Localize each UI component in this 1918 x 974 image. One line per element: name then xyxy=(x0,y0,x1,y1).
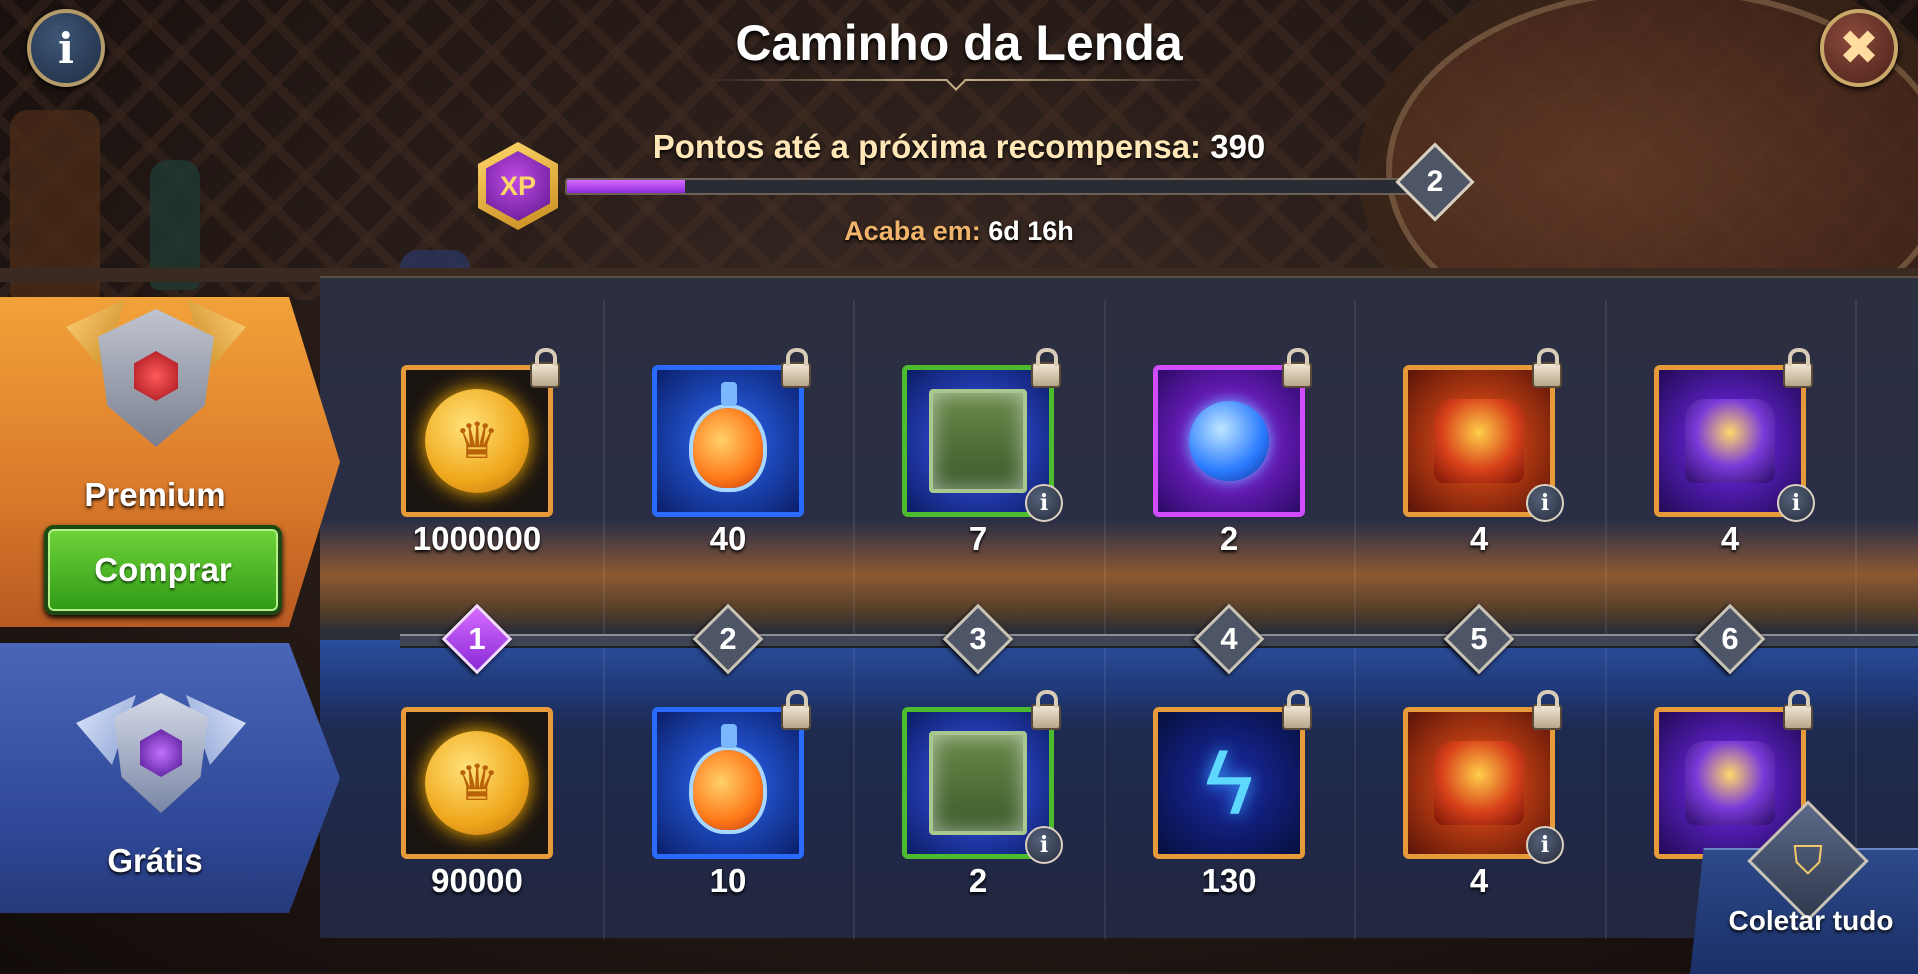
chest-art xyxy=(929,389,1027,493)
xp-badge-text: XP xyxy=(499,170,537,201)
lock-icon xyxy=(781,348,811,388)
buy-premium-button[interactable]: Comprar xyxy=(44,525,282,615)
premium-reward-card[interactable] xyxy=(1153,348,1312,517)
red-relic-art xyxy=(1434,399,1524,483)
reward-amount: 90000 xyxy=(431,862,523,899)
reward-amount: 130 xyxy=(1201,862,1257,899)
level-number: 2 xyxy=(719,621,737,656)
column-divider xyxy=(1605,300,1607,940)
chest-art xyxy=(929,731,1027,835)
reward-amount: 4 xyxy=(1469,862,1489,899)
xp-progress-fill xyxy=(567,180,686,193)
collect-all-label[interactable]: Coletar tudo xyxy=(1706,905,1916,937)
lock-icon xyxy=(1783,348,1813,388)
ends-value: 6d 16h xyxy=(988,216,1074,246)
close-icon: ✖ xyxy=(1838,22,1880,75)
column-divider xyxy=(1855,300,1857,940)
premium-reward-card[interactable]: i xyxy=(1403,348,1564,522)
free-reward-card[interactable]: i xyxy=(1403,690,1564,864)
reward-info-icon[interactable]: i xyxy=(1777,484,1815,522)
page-title: Caminho da Lenda xyxy=(735,15,1183,71)
reward-info-icon[interactable]: i xyxy=(1526,484,1564,522)
potion-art xyxy=(693,382,763,488)
column-divider xyxy=(853,300,855,940)
free-reward-card[interactable]: ♛ xyxy=(401,707,553,859)
red-relic-icon xyxy=(1408,712,1550,854)
lock-icon xyxy=(1282,690,1312,730)
level-number: 6 xyxy=(1721,621,1739,656)
premium-crest-icon xyxy=(66,297,246,457)
lock-icon xyxy=(530,348,560,388)
info-icon: i xyxy=(58,23,74,73)
premium-reward-card[interactable] xyxy=(652,348,811,517)
premium-reward-card[interactable]: ♛ xyxy=(401,348,560,517)
free-label: Grátis xyxy=(107,842,203,879)
chest-icon xyxy=(907,370,1049,512)
free-reward-card[interactable]: i xyxy=(902,690,1063,864)
reward-amount: 7 xyxy=(968,520,988,557)
premium-reward-card[interactable]: i xyxy=(1654,348,1815,522)
free-reward-card[interactable] xyxy=(652,690,811,859)
points-label: Pontos até a próxima recompensa: xyxy=(652,128,1202,165)
column-divider xyxy=(603,300,605,940)
lock-icon xyxy=(1783,690,1813,730)
premium-label: Premium xyxy=(84,476,226,513)
lock-icon xyxy=(1031,690,1061,730)
free-reward-card[interactable]: ϟ xyxy=(1153,690,1312,859)
reward-amount: 4 xyxy=(1720,520,1740,557)
reward-amount: 10 xyxy=(709,862,747,899)
reward-info-icon[interactable]: i xyxy=(1526,826,1564,864)
column-divider xyxy=(1104,300,1106,940)
purple-relic-art xyxy=(1685,399,1775,483)
reward-info-icon[interactable]: i xyxy=(1025,826,1063,864)
orb-icon xyxy=(1158,370,1300,512)
lock-icon xyxy=(1282,348,1312,388)
level-number: 5 xyxy=(1470,621,1488,656)
column-divider xyxy=(1354,300,1356,940)
orb-art xyxy=(1189,401,1269,481)
gold-coin-icon: ♛ xyxy=(406,370,548,512)
level-number: 1 xyxy=(468,621,486,656)
potion-art xyxy=(693,724,763,830)
reward-amount: 2 xyxy=(968,862,988,899)
potion-icon xyxy=(657,370,799,512)
lock-icon xyxy=(1532,348,1562,388)
xp-progress-bar xyxy=(565,178,1414,195)
reward-amount: 2 xyxy=(1219,520,1239,557)
reward-info-icon[interactable]: i xyxy=(1025,484,1063,522)
lightning-icon: ϟ xyxy=(1158,712,1300,854)
red-relic-art xyxy=(1434,741,1524,825)
collect-all-icon: ⛉ xyxy=(1793,838,1823,883)
ends-in: Acaba em: 6d 16h xyxy=(0,216,1918,247)
points-to-next-reward: Pontos até a próxima recompensa: 390 xyxy=(0,128,1918,166)
premium-reward-card[interactable]: i xyxy=(902,348,1063,522)
next-level-number: 2 xyxy=(1426,165,1444,198)
gold-coin-art: ♛ xyxy=(425,389,529,493)
ends-label: Acaba em: xyxy=(844,216,981,246)
potion-icon xyxy=(657,712,799,854)
gold-coin-icon: ♛ xyxy=(406,712,548,854)
red-relic-icon xyxy=(1408,370,1550,512)
close-button[interactable]: ✖ xyxy=(1820,9,1898,87)
lightning-art: ϟ xyxy=(1204,731,1254,834)
reward-amount: 4 xyxy=(1469,520,1489,557)
free-crest-icon xyxy=(76,683,246,823)
chest-icon xyxy=(907,712,1049,854)
purple-relic-art xyxy=(1685,741,1775,825)
reward-amount: 1000000 xyxy=(412,520,542,557)
lock-icon xyxy=(1031,348,1061,388)
gold-coin-art: ♛ xyxy=(425,731,529,835)
reward-amount: 40 xyxy=(709,520,747,557)
points-value: 390 xyxy=(1210,128,1266,165)
lock-icon xyxy=(781,690,811,730)
purple-relic-icon xyxy=(1659,370,1801,512)
info-button[interactable]: i xyxy=(27,9,105,87)
lock-icon xyxy=(1532,690,1562,730)
level-number: 4 xyxy=(1220,621,1238,656)
level-track xyxy=(400,634,1918,648)
level-number: 3 xyxy=(969,621,987,656)
